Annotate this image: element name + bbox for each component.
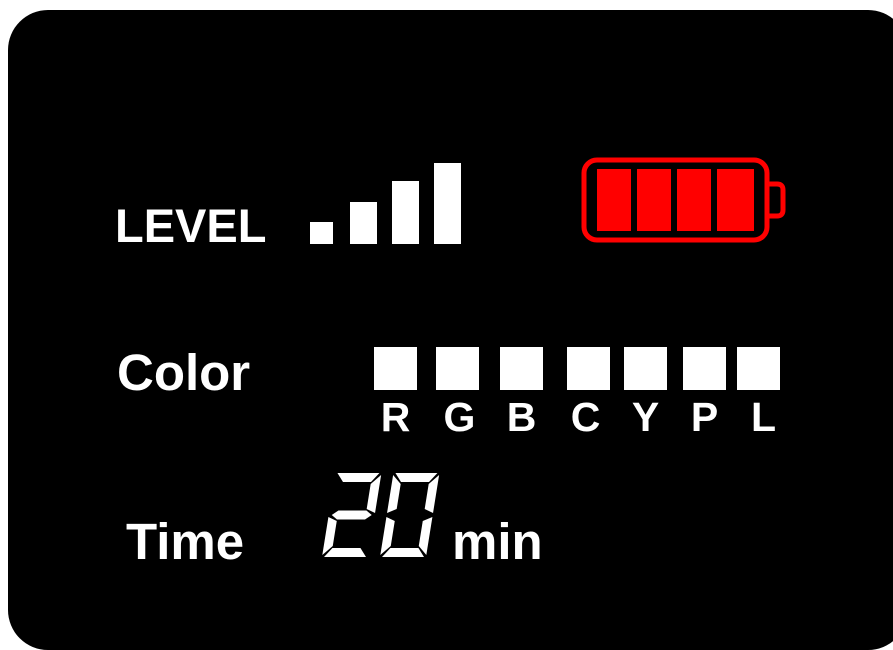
battery-segment-2 (637, 169, 671, 231)
time-unit: min (452, 513, 543, 570)
color-letter-y: Y (631, 394, 660, 440)
color-letter-g: G (443, 394, 476, 440)
color-option-c[interactable] (567, 347, 610, 390)
color-option-g[interactable] (436, 347, 479, 390)
color-option-y[interactable] (624, 347, 667, 390)
level-bar-2 (350, 202, 377, 244)
battery-segment-1 (597, 169, 631, 231)
color-letter-b: B (506, 394, 537, 440)
color-letter-r: R (380, 394, 411, 440)
color-letter-p: P (690, 394, 719, 440)
digit-2-segment-a (395, 473, 438, 482)
digit-2-segment-d (382, 548, 424, 557)
level-bar-3 (392, 181, 419, 244)
digit-1-segment-g (331, 510, 372, 520)
level-bar-4 (434, 163, 461, 244)
level-bar-1 (310, 222, 333, 244)
battery-icon (581, 157, 786, 243)
time-value-text: 20 (322, 473, 324, 474)
digit-2-segment-f (387, 475, 401, 513)
digit-1-segment-d (324, 548, 366, 557)
level-label: LEVEL (115, 199, 267, 252)
digit-1-segment-a (337, 473, 380, 482)
color-option-r[interactable] (374, 347, 417, 390)
color-option-p[interactable] (683, 347, 726, 390)
color-letter-c: C (570, 394, 601, 440)
color-option-b[interactable] (500, 347, 543, 390)
color-label: Color (117, 344, 251, 401)
color-letter-l: L (750, 394, 777, 440)
color-option-l[interactable] (737, 347, 780, 390)
battery-segment-4 (717, 169, 754, 231)
time-value: 20 (322, 473, 440, 557)
battery-segment-3 (677, 169, 711, 231)
time-label: Time (126, 513, 245, 570)
digit-2-segment-c (418, 517, 433, 555)
